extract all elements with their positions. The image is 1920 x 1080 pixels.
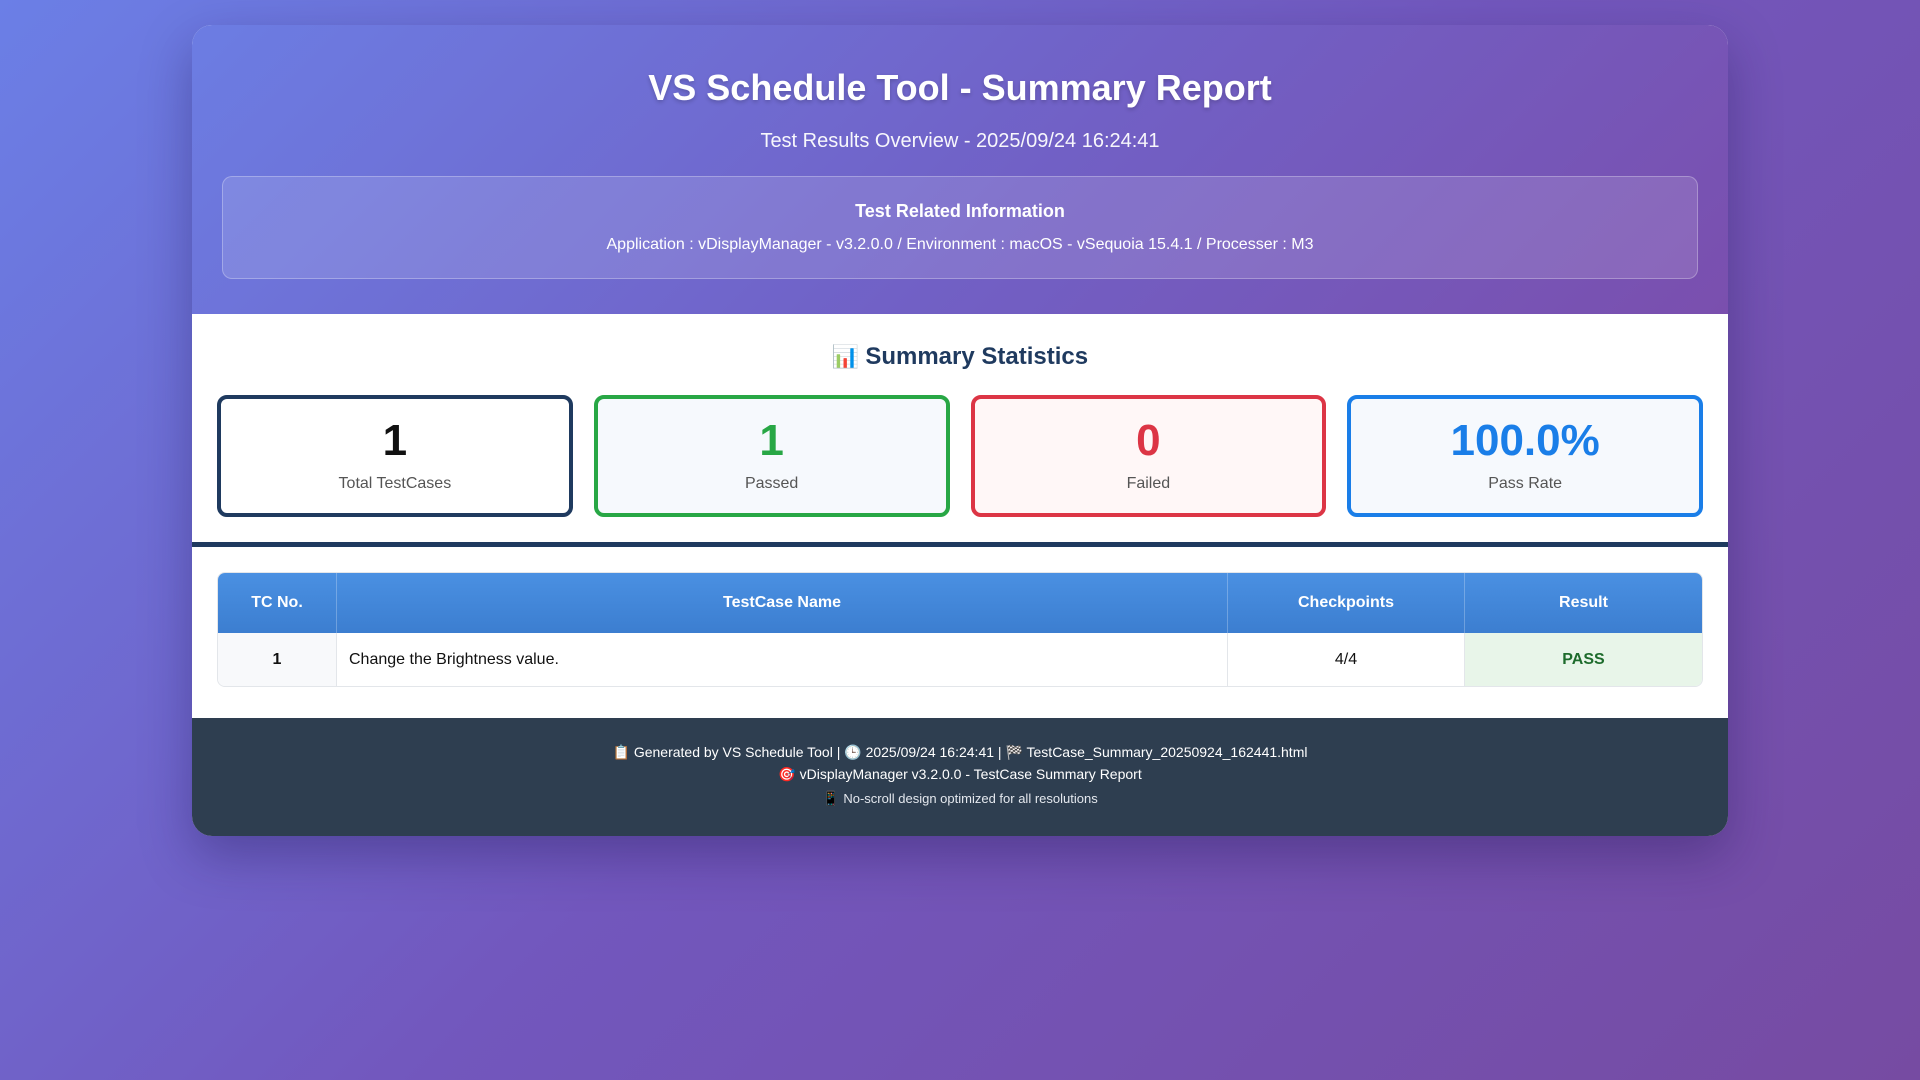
table-row: 1 Change the Brightness value. 4/4 PASS [218, 633, 1702, 686]
footer-generated-line: 📋 Generated by VS Schedule Tool | 🕒 2025… [612, 744, 1308, 760]
cell-tc-no: 1 [218, 633, 337, 686]
stat-card-total: 1 Total TestCases [217, 395, 573, 517]
column-header-checkpoints: Checkpoints [1228, 573, 1465, 633]
test-info-text: Application : vDisplayManager - v3.2.0.0… [606, 236, 1314, 253]
test-info-title: Test Related Information [855, 201, 1065, 221]
clock-icon: 🕒 [844, 744, 862, 760]
stat-value-failed: 0 [1136, 416, 1161, 465]
flag-icon: 🏁 [1005, 744, 1023, 760]
stat-card-pass-rate: 100.0% Pass Rate [1347, 395, 1703, 517]
results-table: TC No. TestCase Name Checkpoints Result … [217, 572, 1703, 687]
column-header-testcase-name: TestCase Name [337, 573, 1228, 633]
stat-value-total: 1 [382, 416, 408, 465]
column-header-tc-no: TC No. [218, 573, 337, 633]
page-title: VS Schedule Tool - Summary Report [648, 67, 1272, 108]
stat-value-pass-rate: 100.0% [1450, 416, 1600, 465]
stat-value-passed: 1 [759, 416, 784, 465]
target-icon: 🎯 [778, 766, 796, 782]
stat-cards: 1 Total TestCases 1 Passed 0 Failed 100.… [217, 395, 1703, 517]
clipboard-icon: 📋 [612, 744, 630, 760]
cell-checkpoints: 4/4 [1228, 633, 1465, 686]
stat-label-pass-rate: Pass Rate [1488, 475, 1563, 492]
page-subtitle: Test Results Overview - 2025/09/24 16:24… [760, 130, 1160, 152]
cell-result-badge: PASS [1465, 633, 1702, 686]
footer-file-name: TestCase_Summary_20250924_162441.html [1026, 744, 1308, 760]
report-container: VS Schedule Tool - Summary Report Test R… [192, 25, 1728, 836]
column-header-result: Result [1465, 573, 1702, 633]
stat-card-failed: 0 Failed [970, 395, 1327, 517]
stat-card-passed: 1 Passed [593, 395, 950, 517]
results-table-section: TC No. TestCase Name Checkpoints Result … [192, 547, 1728, 718]
phone-icon: 📱 [822, 790, 840, 806]
stat-label-passed: Passed [744, 475, 799, 492]
report-footer: 📋 Generated by VS Schedule Tool | 🕒 2025… [192, 718, 1728, 836]
summary-statistics-title: 📊 Summary Statistics [831, 343, 1089, 370]
test-info-box: Test Related Information Application : v… [222, 176, 1698, 279]
report-header: VS Schedule Tool - Summary Report Test R… [192, 25, 1728, 314]
cell-testcase-name: Change the Brightness value. [337, 633, 1228, 686]
footer-report-line: 🎯 vDisplayManager v3.2.0.0 - TestCase Su… [778, 766, 1142, 782]
table-header-row: TC No. TestCase Name Checkpoints Result [218, 573, 1702, 633]
summary-statistics-section: 📊 Summary Statistics 1 Total TestCases 1 … [192, 314, 1728, 547]
stat-label-failed: Failed [1126, 475, 1171, 492]
stat-label-total: Total TestCases [338, 475, 452, 492]
footer-design-note: 📱 No-scroll design optimized for all res… [822, 790, 1098, 806]
bar-chart-icon: 📊 [831, 344, 860, 369]
